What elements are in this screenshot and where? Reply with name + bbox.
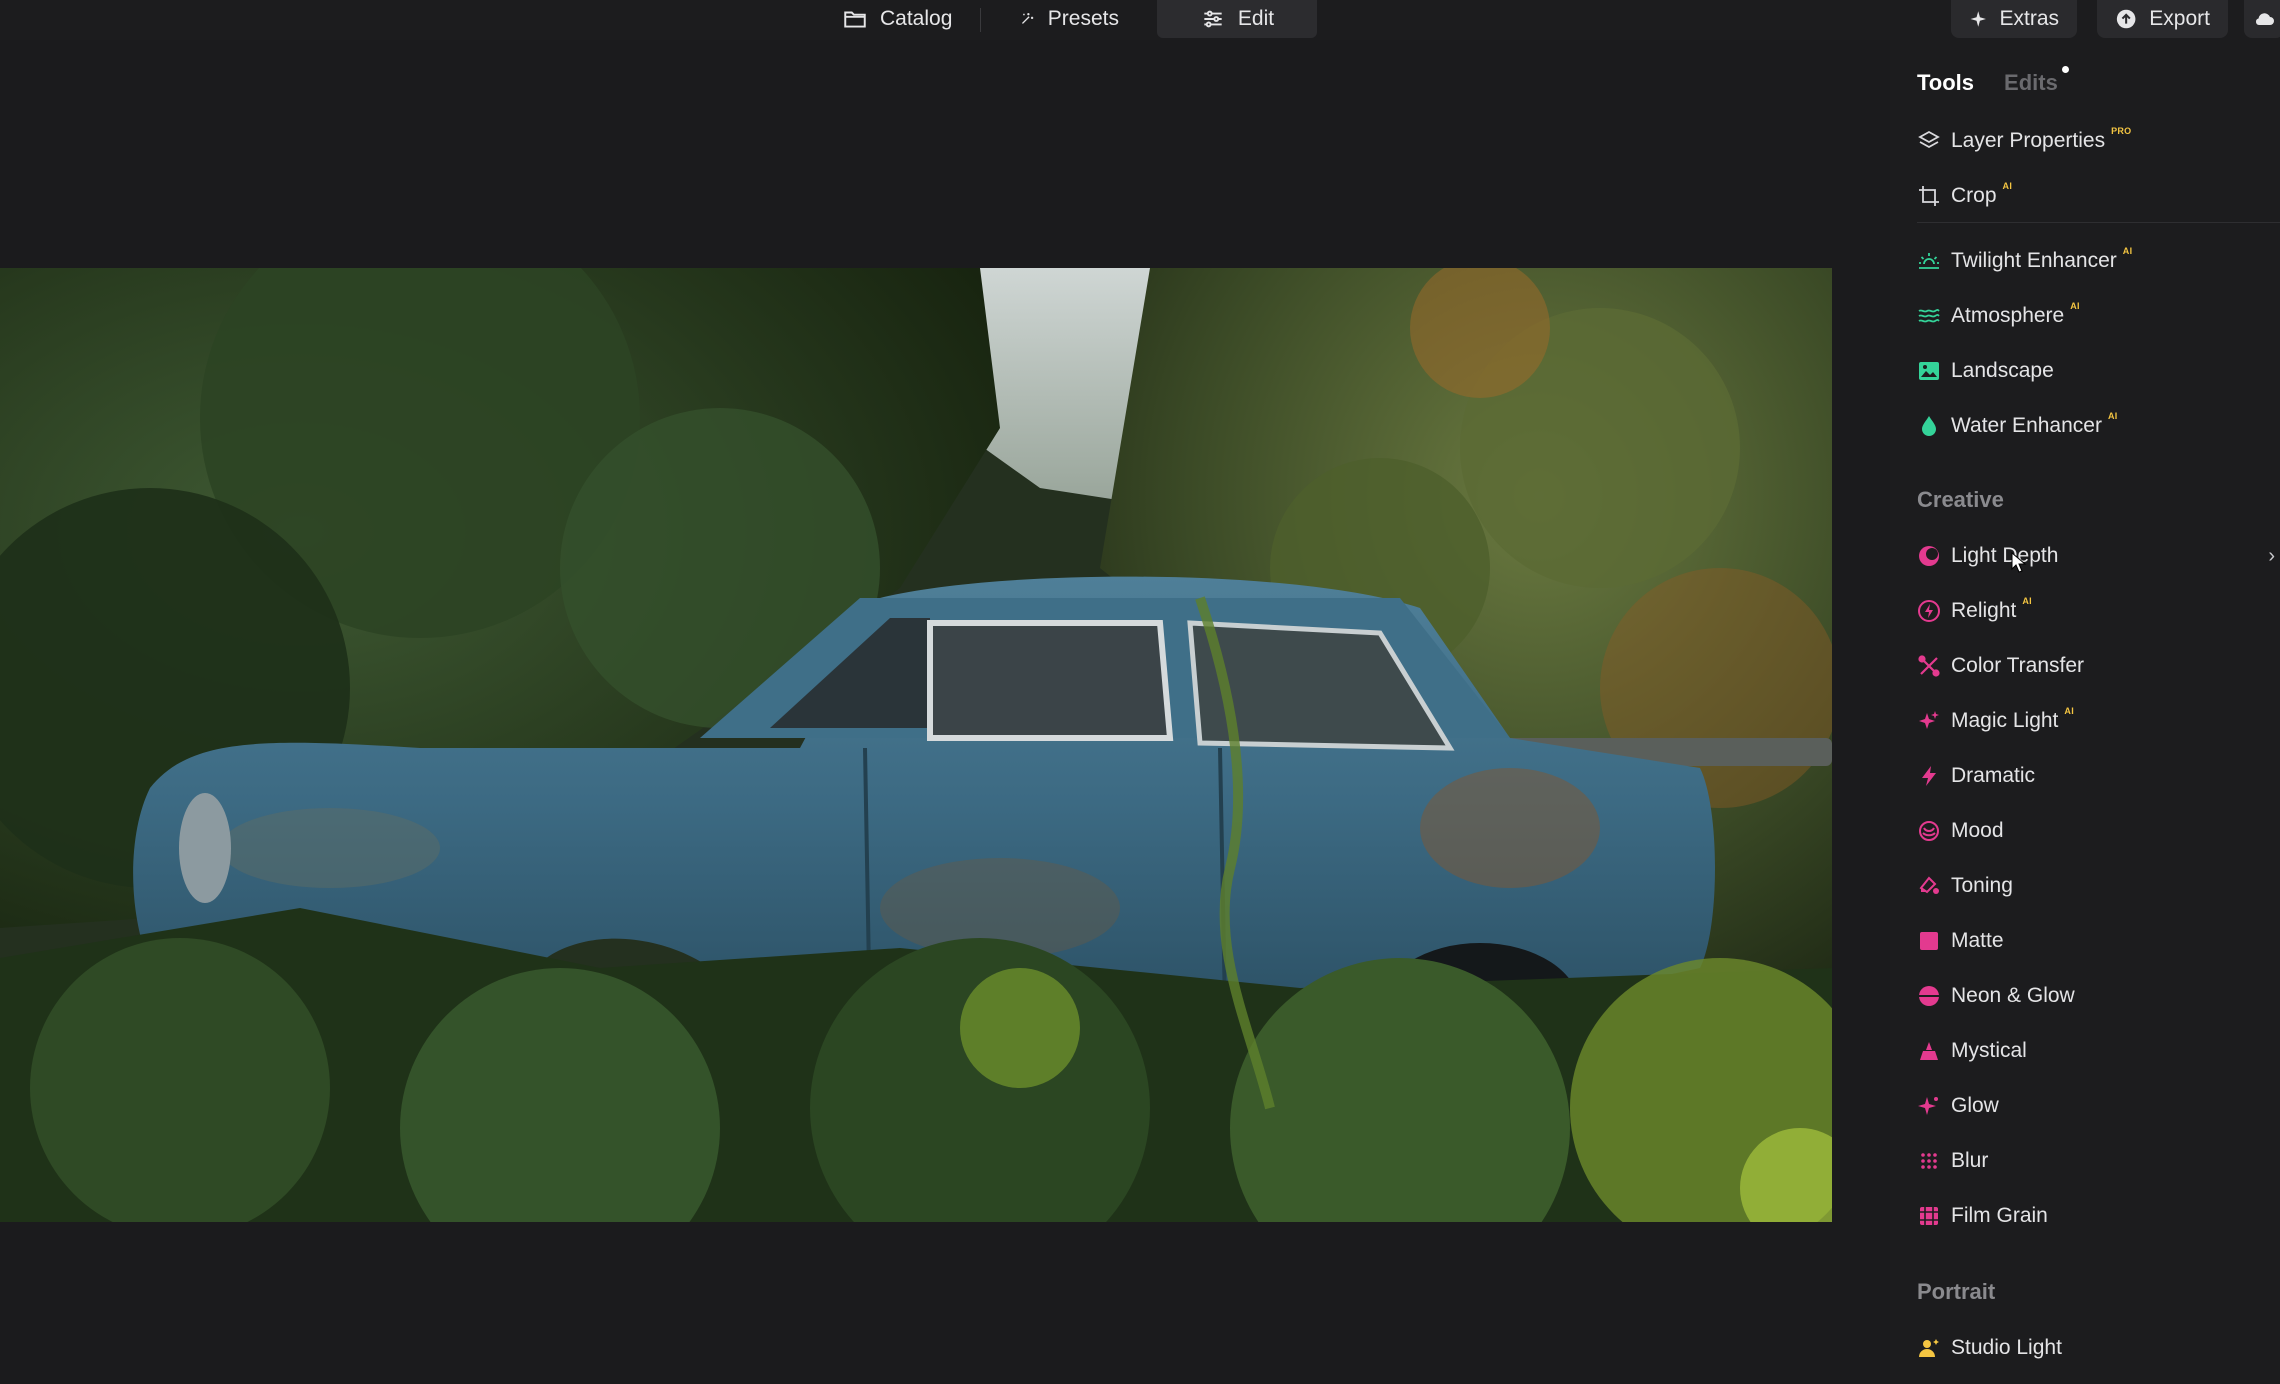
tool-label: Water Enhancer xyxy=(1951,414,2102,437)
tool-water-enhancer[interactable]: Water Enhancer AI xyxy=(1917,409,2277,443)
tool-label: Dramatic xyxy=(1951,764,2036,787)
tool-toning[interactable]: Toning xyxy=(1917,869,2277,903)
tool-label: Toning xyxy=(1951,874,2013,897)
tab-presets[interactable]: Presets xyxy=(996,0,1141,38)
relight-icon xyxy=(1917,599,1941,623)
tool-blur[interactable]: Blur xyxy=(1917,1144,2277,1178)
crop-icon xyxy=(1917,184,1941,208)
lightning-icon xyxy=(1917,764,1941,788)
tool-glow[interactable]: Glow xyxy=(1917,1089,2277,1123)
sparkle-icon xyxy=(1970,11,1986,27)
tool-label: Magic Light xyxy=(1951,709,2059,732)
tool-label: Light Depth xyxy=(1951,544,2059,567)
tools-panel: Tools Edits Layer Properties PRO Crop AI… xyxy=(1890,40,2280,1384)
tool-label: Layer Properties xyxy=(1951,129,2106,152)
export-label: Export xyxy=(2149,7,2210,30)
tool-label: Film Grain xyxy=(1951,1204,2048,1227)
ai-badge: AI xyxy=(2064,706,2074,716)
tool-label: Crop xyxy=(1951,184,1997,207)
waves-icon xyxy=(1917,304,1941,328)
separator xyxy=(980,8,981,32)
mystical-icon xyxy=(1917,1039,1941,1063)
ai-badge: AI xyxy=(2022,596,2032,606)
tab-catalog[interactable]: Catalog xyxy=(820,0,990,38)
tool-relight[interactable]: Relight AI xyxy=(1917,594,2277,628)
tool-atmosphere[interactable]: Atmosphere AI xyxy=(1917,299,2277,333)
sparkle-wand-icon xyxy=(1021,13,1034,24)
studio-light-icon xyxy=(1917,1336,1941,1360)
layers-icon xyxy=(1917,129,1941,153)
toning-icon xyxy=(1917,874,1941,898)
tool-dramatic[interactable]: Dramatic xyxy=(1917,759,2277,793)
tool-matte[interactable]: Matte xyxy=(1917,924,2277,958)
tab-label: Edit xyxy=(1237,7,1275,30)
tool-studio-light[interactable]: Studio Light xyxy=(1917,1331,2277,1365)
sunrise-icon xyxy=(1917,249,1941,273)
tab-tools[interactable]: Tools xyxy=(1917,70,1974,96)
tool-color-transfer[interactable]: Color Transfer xyxy=(1917,649,2277,683)
film-grain-icon xyxy=(1917,1204,1941,1228)
tool-label: Mystical xyxy=(1951,1039,2027,1062)
matte-icon xyxy=(1917,929,1941,953)
light-depth-icon xyxy=(1917,544,1941,568)
tool-label: Mood xyxy=(1951,819,2004,842)
tool-light-depth[interactable]: Light Depth › xyxy=(1917,539,2277,573)
tool-label: Landscape xyxy=(1951,359,2054,382)
mouse-cursor-icon xyxy=(2011,552,2027,573)
tab-edits-label: Edits xyxy=(2004,70,2058,95)
unsaved-dot xyxy=(2061,66,2069,73)
blur-icon xyxy=(1917,1149,1941,1173)
tool-label: Relight xyxy=(1951,599,2017,622)
ai-badge: AI xyxy=(2122,246,2133,256)
tool-label: Matte xyxy=(1951,929,2004,952)
pro-badge: PRO xyxy=(2111,126,2132,136)
tab-edit[interactable]: Edit xyxy=(1157,0,1317,38)
tool-neon-glow[interactable]: Neon & Glow xyxy=(1917,979,2277,1013)
tool-twilight-enhancer[interactable]: Twilight Enhancer AI xyxy=(1917,244,2277,278)
image-canvas[interactable] xyxy=(0,40,1890,1384)
color-transfer-icon xyxy=(1917,654,1941,678)
tool-label: Color Transfer xyxy=(1951,654,2085,677)
tool-layer-properties[interactable]: Layer Properties PRO xyxy=(1917,124,2277,158)
tool-label: Atmosphere xyxy=(1951,304,2065,327)
tool-label: Studio Light xyxy=(1951,1336,2062,1359)
chevron-right-icon: › xyxy=(2268,544,2275,567)
tool-crop[interactable]: Crop AI xyxy=(1917,179,2277,213)
upload-icon xyxy=(2116,9,2136,29)
divider xyxy=(1917,222,2280,223)
section-portrait: Portrait xyxy=(1917,1279,1996,1304)
ai-badge: AI xyxy=(2107,411,2118,421)
tool-magic-light[interactable]: Magic Light AI xyxy=(1917,704,2277,738)
cloud-icon xyxy=(2255,13,2274,25)
glow-icon xyxy=(1917,1094,1941,1118)
top-bar: Catalog Presets Edit Extras Export xyxy=(0,0,2280,40)
panel-tabs: Tools Edits xyxy=(1917,66,2069,96)
folder-icon xyxy=(844,11,866,28)
tool-film-grain[interactable]: Film Grain xyxy=(1917,1199,2277,1233)
tool-mood[interactable]: Mood xyxy=(1917,814,2277,848)
tab-label: Catalog xyxy=(880,7,953,30)
tool-label: Neon & Glow xyxy=(1951,984,2075,1007)
mood-icon xyxy=(1917,819,1941,843)
tool-label: Glow xyxy=(1951,1094,1999,1117)
tool-mystical[interactable]: Mystical xyxy=(1917,1034,2277,1068)
section-creative: Creative xyxy=(1917,487,2004,512)
extras-label: Extras xyxy=(1999,7,2059,30)
image-icon xyxy=(1917,359,1941,383)
magic-light-icon xyxy=(1917,709,1941,733)
tool-landscape[interactable]: Landscape xyxy=(1917,354,2277,388)
extras-button[interactable]: Extras xyxy=(1951,0,2077,38)
tab-edits[interactable]: Edits xyxy=(2004,66,2069,96)
ai-badge: AI xyxy=(2002,181,2013,191)
photo-preview[interactable] xyxy=(0,268,1832,1222)
tool-label: Blur xyxy=(1951,1149,1989,1172)
sliders-icon xyxy=(1204,10,1222,28)
cloud-button[interactable] xyxy=(2244,0,2280,38)
tool-label: Twilight Enhancer xyxy=(1951,249,2117,272)
tab-label: Presets xyxy=(1047,7,1119,30)
droplet-icon xyxy=(1917,414,1941,438)
export-button[interactable]: Export xyxy=(2097,0,2228,38)
neon-icon xyxy=(1917,984,1941,1008)
ai-badge: AI xyxy=(2070,301,2080,311)
